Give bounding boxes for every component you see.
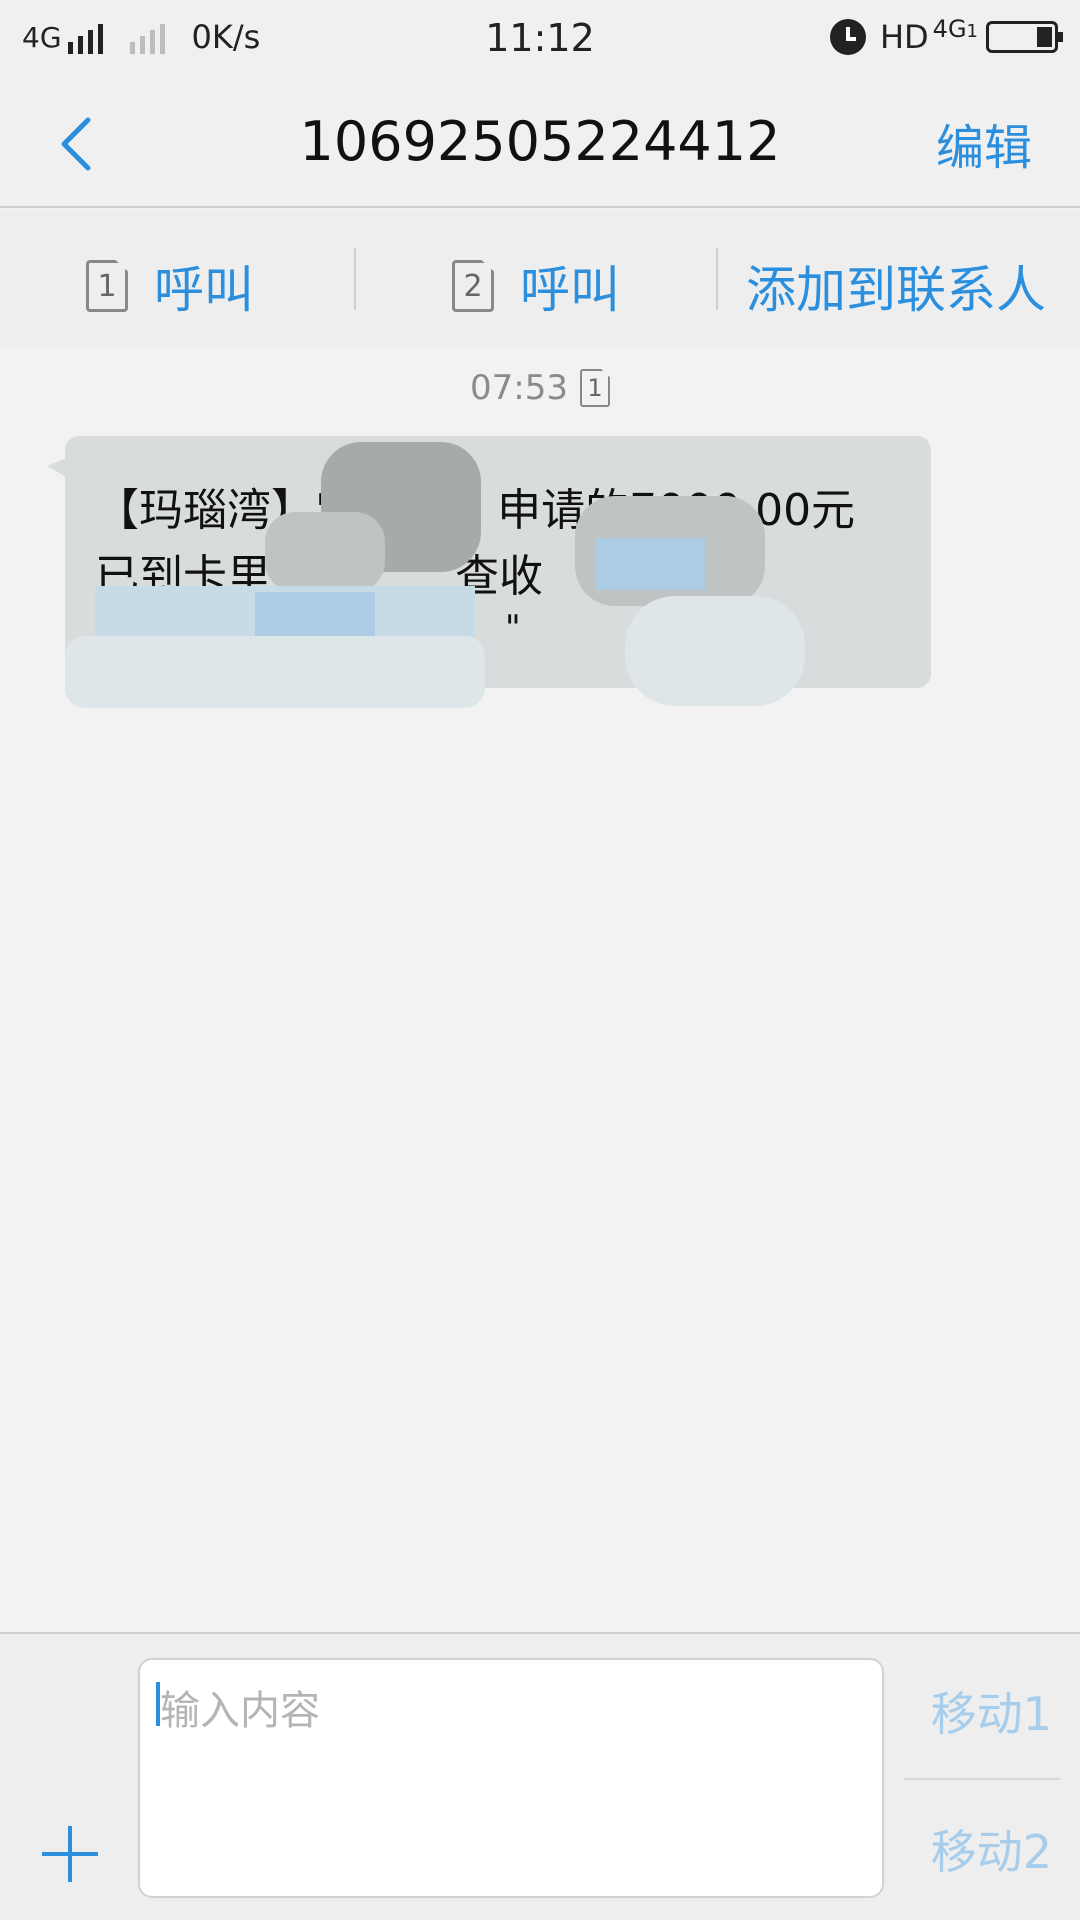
- call-sim1-label: 呼叫: [154, 261, 254, 319]
- network-type-2-sub: 1: [966, 21, 978, 42]
- divider: [354, 248, 356, 310]
- status-right: HD 4G1: [829, 15, 1063, 56]
- sim1-small-icon: 1: [579, 369, 610, 407]
- action-bar: 1 呼叫 2 呼叫 添加到联系人: [0, 210, 1080, 346]
- battery-fill: [1037, 27, 1052, 47]
- divider: [716, 248, 718, 310]
- message-input-placeholder: 输入内容: [160, 1688, 320, 1734]
- sim1-icon: 1: [86, 260, 128, 312]
- conversation-header: 10692505224412 编辑: [0, 78, 1080, 208]
- redaction-blur: [595, 538, 705, 590]
- message-timestamp: 07:53 1: [0, 368, 1080, 408]
- page-title: 10692505224412: [299, 110, 781, 173]
- message-bubble[interactable]: 【玛瑙湾】'申请的7000.00元 已到卡里，查收 ": [47, 436, 931, 708]
- redaction-blur: [255, 592, 375, 642]
- call-sim2-label: 呼叫: [520, 261, 620, 319]
- message-time: 07:53: [470, 368, 568, 408]
- message-line-3: ": [505, 608, 521, 648]
- message-input[interactable]: 输入内容: [138, 1658, 884, 1898]
- battery-icon: [986, 21, 1063, 53]
- send-sim2-button[interactable]: 移动2: [931, 1816, 1052, 1882]
- call-sim2-button[interactable]: 2 呼叫: [452, 250, 620, 322]
- redaction-blur: [65, 636, 485, 708]
- hd-badge: HD: [879, 18, 929, 56]
- sim2-icon: 2: [452, 260, 494, 312]
- redaction-blur: [265, 512, 385, 592]
- redaction-blur: [625, 596, 805, 706]
- network-type-2-label: 4G: [932, 15, 967, 43]
- divider: [904, 1778, 1060, 1780]
- composer-bar: 输入内容 移动1 移动2: [0, 1632, 1080, 1920]
- add-contact-label: 添加到联系人: [746, 261, 1046, 319]
- alarm-icon: [829, 19, 866, 55]
- plus-icon[interactable]: [42, 1826, 98, 1882]
- send-sim1-button[interactable]: 移动1: [931, 1678, 1052, 1744]
- status-bar: 4G 0K/s 11:12 HD 4G1: [0, 0, 1080, 78]
- call-sim1-button[interactable]: 1 呼叫: [86, 250, 254, 322]
- network-type-2: 4G1: [933, 15, 978, 43]
- edit-button[interactable]: 编辑: [936, 108, 1032, 178]
- add-contact-button[interactable]: 添加到联系人: [746, 250, 1046, 322]
